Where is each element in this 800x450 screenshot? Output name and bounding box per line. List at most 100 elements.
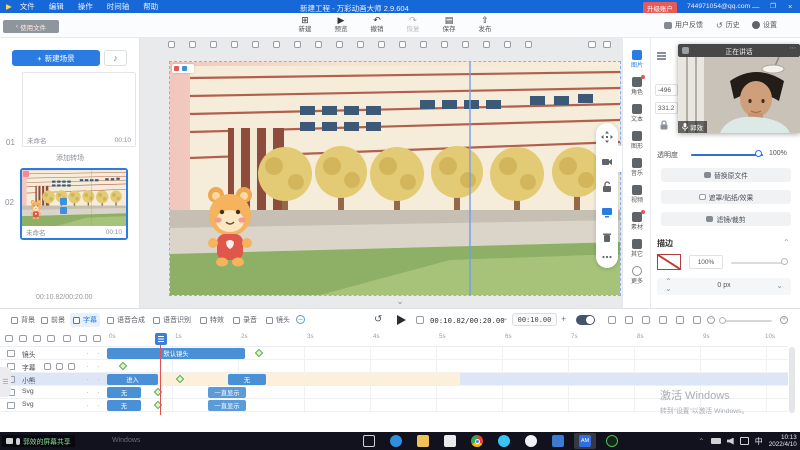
track-lock-dot[interactable]: · (86, 387, 89, 397)
canvas-stage[interactable] (170, 62, 620, 295)
grid-toggle-icon[interactable] (588, 41, 596, 48)
canvas-tool-icon-13[interactable] (420, 41, 427, 48)
tab-recording[interactable]: 录音 (230, 313, 260, 327)
stroke-width-stepper[interactable]: ⌃ ⌄ 0 px ⌄ (657, 278, 791, 295)
canvas-tool-icon-4[interactable] (231, 41, 238, 48)
chrome-icon[interactable] (471, 435, 483, 447)
subtitle-import-icon[interactable] (68, 363, 75, 370)
delete-track-icon[interactable] (63, 335, 71, 342)
svg-hold-clip[interactable]: 一直显示 (208, 387, 246, 398)
track-lock-dot[interactable]: · (86, 374, 89, 384)
rail-item-text[interactable]: 文本 (623, 104, 651, 129)
svg-hold-clip[interactable]: 一直显示 (208, 400, 246, 411)
track-subtitle[interactable]: 字幕 ·· (0, 360, 788, 373)
canvas-tool-icon-5[interactable] (252, 41, 259, 48)
stepper-dropdown-icon[interactable]: ⌄ (776, 281, 783, 290)
duration-plus-button[interactable]: + (561, 314, 566, 324)
canvas-tool-icon-9[interactable] (336, 41, 343, 48)
rail-item-shape[interactable]: 图形 (623, 131, 651, 156)
track-eye-dot[interactable]: · (97, 374, 100, 384)
layers-list-icon[interactable] (657, 52, 666, 54)
new-button[interactable]: ⊞新建 (288, 15, 322, 36)
screen-share-indicator[interactable]: 郭效的屏幕共享 (2, 435, 75, 447)
group-icon[interactable] (19, 335, 27, 342)
save-button[interactable]: ▤保存 (432, 15, 466, 36)
tab-subtitle[interactable]: 字幕 (70, 313, 100, 327)
subtitle-copy-icon[interactable] (56, 363, 63, 370)
canvas-tool-icon-11[interactable] (378, 41, 385, 48)
webcam-overlay[interactable]: 正在讲话 ⋯ 郭效 (678, 44, 800, 133)
timeline-ruler[interactable]: 0s 1s 2s 3s 4s 5s 6s 7s 8s 9s 10s (0, 331, 788, 347)
canvas-tool-icon-16[interactable] (483, 41, 490, 48)
move-track-down-icon[interactable] (47, 335, 55, 342)
track-lock-dot[interactable]: · (86, 348, 89, 358)
rail-item-image[interactable]: 图片 (623, 50, 651, 75)
tray-expand-chevron[interactable]: ⌃ (698, 437, 705, 446)
minimize-button[interactable]: — (752, 2, 760, 11)
collapse-section-chevron[interactable]: ⌃ (783, 238, 790, 247)
canvas-tool-icon-8[interactable] (315, 41, 322, 48)
rail-item-character[interactable]: 角色 (623, 77, 651, 102)
zoom-slider-knob[interactable] (719, 317, 726, 324)
account-email[interactable]: 744971054@qq.com (687, 3, 750, 10)
opacity-slider[interactable] (691, 154, 763, 156)
playhead-line[interactable] (160, 345, 161, 415)
tab-foreground[interactable]: 前景 (38, 313, 68, 327)
ime-indicator[interactable]: 中 (755, 436, 763, 447)
track-bear-selected[interactable]: 小熊 ·· 进入 无 (0, 373, 788, 386)
scene-thumbnail-2[interactable]: 未命名00:10 (20, 168, 128, 240)
background-music-button[interactable]: ♪ (104, 50, 127, 66)
rail-item-music[interactable]: 音乐 (623, 158, 651, 183)
camera-clip[interactable]: 默认镜头 (107, 348, 245, 359)
canvas-tool-icon-15[interactable] (462, 41, 469, 48)
play-button[interactable] (397, 315, 406, 325)
history-button[interactable]: ↺历史 (716, 20, 740, 30)
mic-chip-icon[interactable] (60, 207, 67, 214)
track-eye-dot[interactable]: · (97, 387, 100, 397)
notification-icon[interactable] (740, 437, 749, 445)
visibility-icon[interactable] (93, 335, 101, 342)
tab-effects[interactable]: 特效 (197, 313, 227, 327)
tab-camera[interactable]: 镜头 (263, 313, 293, 327)
rail-item-others[interactable]: 其它 (623, 239, 651, 264)
svg-entrance-clip[interactable]: 无 (107, 400, 141, 411)
zoom-in-icon[interactable]: + (780, 316, 788, 324)
mask-sticker-effect-button[interactable]: 遮罩/贴纸/效果 (661, 190, 791, 204)
store-icon[interactable] (444, 435, 456, 447)
stroke-slider-knob[interactable] (781, 258, 788, 265)
search-app-icon[interactable] (525, 435, 537, 447)
keyframe-diamond[interactable] (255, 349, 263, 357)
wegame-icon[interactable] (606, 435, 618, 447)
menu-edit[interactable]: 编辑 (49, 1, 64, 12)
photos-app-icon[interactable] (552, 435, 564, 447)
ruler-toggle-icon[interactable] (603, 41, 611, 48)
preview-button[interactable]: ▶预览 (324, 15, 358, 36)
canvas-tool-icon-2[interactable] (189, 41, 196, 48)
menu-action[interactable]: 操作 (78, 1, 93, 12)
replay-icon[interactable]: ↺ (374, 314, 382, 325)
back-to-files-button[interactable]: ‹使用文件 (3, 20, 59, 33)
lock-track-icon[interactable] (79, 335, 87, 342)
stroke-opacity-slider[interactable] (731, 262, 787, 264)
timeline-zoom-slider[interactable] (720, 320, 772, 322)
keyframe-diamond[interactable] (119, 362, 127, 370)
bear-entrance-clip[interactable]: 进入 (107, 374, 158, 385)
opacity-slider-knob[interactable] (755, 150, 762, 157)
replace-file-button[interactable]: 替换原文件 (661, 168, 791, 182)
expand-range-icon[interactable] (693, 316, 701, 324)
canvas-tool-icon-6[interactable] (273, 41, 280, 48)
qq-browser-icon[interactable] (498, 435, 510, 447)
move-track-up-icon[interactable] (33, 335, 41, 342)
monitor-active-icon[interactable] (601, 206, 613, 218)
trash-icon[interactable] (601, 231, 613, 243)
adjust-icon[interactable] (659, 316, 667, 324)
vertical-scrollbar[interactable] (789, 347, 795, 413)
move-tool-icon[interactable] (601, 131, 613, 143)
collapse-canvas-chevron[interactable]: ⌄ (390, 296, 410, 307)
more-options-icon[interactable] (601, 251, 613, 263)
remove-track-icon[interactable]: − (296, 315, 305, 324)
undo-button[interactable]: ↶撤销 (360, 15, 394, 36)
bear-exit-clip[interactable]: 无 (228, 374, 266, 385)
settings-button[interactable]: 设置 (752, 20, 777, 30)
redo-button[interactable]: ↷恢复 (396, 15, 430, 36)
